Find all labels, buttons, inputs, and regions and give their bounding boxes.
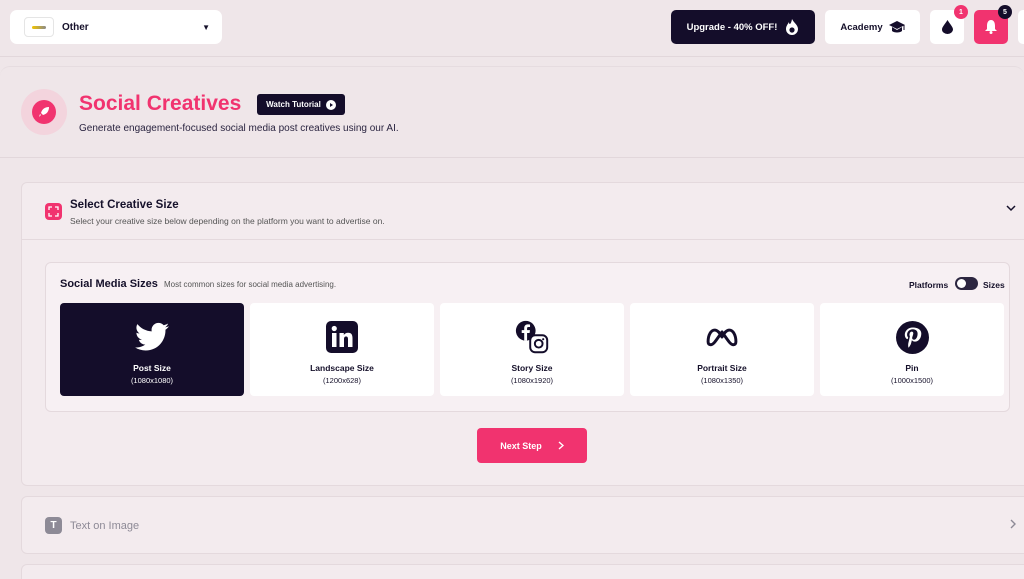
sizes-card-title: Social Media Sizes (60, 278, 158, 290)
next-step-button[interactable]: Next Step (477, 428, 587, 463)
rocket-icon (21, 89, 67, 135)
tile-story-size[interactable]: Story Size (1080x1920) (440, 303, 624, 396)
next-step-label: Next Step (500, 440, 542, 451)
tile-dimensions: (1080x1920) (510, 376, 554, 385)
social-media-sizes-card: Social Media Sizes Most common sizes for… (45, 262, 1010, 412)
tile-name: Landscape Size (310, 363, 374, 373)
section-title: Select Creative Size (70, 199, 179, 211)
notifications-badge: 5 (998, 5, 1012, 19)
tile-name: Post Size (133, 363, 171, 373)
watch-tutorial-button[interactable]: Watch Tutorial (257, 94, 345, 115)
creative-size-header[interactable]: Select Creative Size Select your creativ… (22, 183, 1024, 240)
chevron-down-icon[interactable] (1006, 205, 1016, 212)
credits-button[interactable]: 1 (930, 5, 968, 44)
sizes-card-subtitle: Most common sizes for social media adver… (164, 280, 337, 289)
upgrade-label: Upgrade - 40% OFF! (686, 21, 778, 33)
size-tiles: Post Size (1080x1080) Landscape Size (12… (60, 303, 1004, 396)
tile-dimensions: (1000x1500) (890, 376, 934, 385)
drop-icon (941, 20, 953, 34)
twitter-icon (135, 320, 169, 354)
page-header: Social Creatives Watch Tutorial Generate… (0, 66, 1024, 158)
workspace-logo (24, 17, 54, 37)
tile-dimensions: (1200x628) (323, 376, 361, 385)
tile-name: Portrait Size (697, 363, 747, 373)
text-on-image-section[interactable]: T Text on Image (21, 496, 1024, 554)
pinterest-icon (895, 320, 929, 354)
bell-icon (985, 20, 997, 34)
text-icon: T (45, 517, 62, 534)
chevron-right-icon (1010, 519, 1016, 529)
top-bar: Other ▼ Upgrade - 40% OFF! Academy 1 5 (0, 0, 1024, 57)
chevron-right-icon (558, 441, 564, 450)
credits-badge: 1 (954, 5, 968, 19)
tile-landscape-size[interactable]: Landscape Size (1200x628) (250, 303, 434, 396)
next-section-collapsed[interactable] (21, 564, 1024, 579)
workspace-selector[interactable]: Other ▼ (10, 10, 222, 44)
creative-size-section: Select Creative Size Select your creativ… (21, 182, 1024, 486)
graduation-cap-icon (888, 20, 905, 32)
section-subtitle: Select your creative size below dependin… (70, 216, 385, 226)
tile-name: Pin (905, 363, 919, 373)
page-subtitle: Generate engagement-focused social media… (79, 123, 399, 134)
tile-name: Story Size (511, 363, 553, 373)
platforms-label: Platforms (909, 280, 949, 290)
tile-post-size[interactable]: Post Size (1080x1080) (60, 303, 244, 396)
tile-portrait-size[interactable]: Portrait Size (1080x1350) (630, 303, 814, 396)
meta-icon (705, 320, 739, 354)
academy-label: Academy (840, 21, 883, 33)
linkedin-icon (325, 320, 359, 354)
tile-pin[interactable]: Pin (1000x1500) (820, 303, 1004, 396)
section-title: Text on Image (70, 520, 140, 532)
facebook-instagram-icon (515, 320, 549, 354)
tile-dimensions: (1080x1080) (130, 376, 174, 385)
academy-button[interactable]: Academy (825, 10, 920, 44)
tile-dimensions: (1080x1350) (700, 376, 744, 385)
workspace-name: Other (62, 21, 89, 33)
notifications-button[interactable]: 5 (974, 5, 1012, 44)
flame-icon (786, 19, 799, 35)
sizes-label: Sizes (983, 280, 1005, 290)
upgrade-button[interactable]: Upgrade - 40% OFF! (671, 10, 815, 44)
page-title: Social Creatives (79, 92, 242, 115)
caret-down-icon: ▼ (202, 22, 210, 32)
profile-button[interactable] (1018, 10, 1024, 44)
resize-icon (45, 203, 62, 220)
play-icon (325, 99, 336, 110)
platforms-sizes-toggle[interactable] (955, 277, 978, 290)
tutorial-label: Watch Tutorial (266, 100, 321, 109)
